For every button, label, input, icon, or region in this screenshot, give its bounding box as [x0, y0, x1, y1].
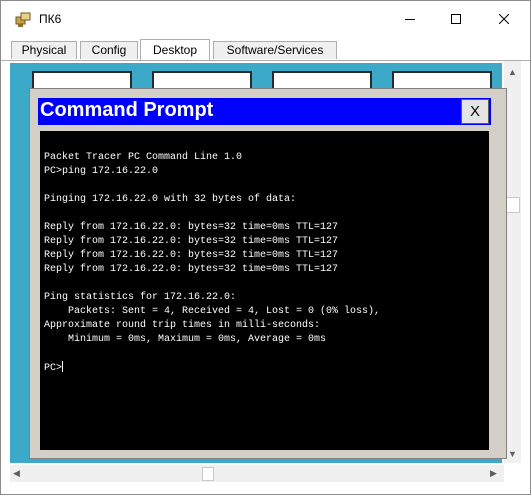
- command-prompt-title: Command Prompt: [40, 99, 214, 121]
- minimize-icon: [405, 11, 415, 29]
- scroll-right-icon[interactable]: ▶: [490, 468, 497, 479]
- terminal-prompt-line[interactable]: PC>: [44, 361, 380, 375]
- maximize-icon: [451, 11, 461, 29]
- tab-physical[interactable]: Physical: [11, 41, 77, 59]
- terminal-line: Approximate round trip times in milli-se…: [44, 320, 321, 331]
- terminal-output[interactable]: Packet Tracer PC Command Line 1.0 PC>pin…: [40, 131, 489, 450]
- command-prompt-header: Command Prompt: [38, 98, 491, 125]
- pc-window: ПК6 Physical Config Desktop Software/Ser…: [0, 0, 531, 495]
- scroll-down-icon[interactable]: ▼: [508, 449, 517, 459]
- tab-desktop[interactable]: Desktop: [140, 39, 210, 61]
- scroll-left-icon[interactable]: ◀: [13, 468, 20, 479]
- vertical-scroll-thumb[interactable]: [506, 197, 520, 213]
- terminal-line: Packets: Sent = 4, Received = 4, Lost = …: [44, 306, 381, 317]
- terminal-line: Reply from 172.16.22.0: bytes=32 time=0m…: [44, 264, 339, 275]
- close-button[interactable]: [481, 1, 527, 39]
- terminal-lines: Packet Tracer PC Command Line 1.0 PC>pin…: [44, 151, 380, 375]
- terminal-line: Reply from 172.16.22.0: bytes=32 time=0m…: [44, 236, 339, 247]
- terminal-line: Packet Tracer PC Command Line 1.0: [44, 152, 243, 163]
- terminal-line: Minimum = 0ms, Maximum = 0ms, Average = …: [44, 334, 327, 345]
- horizontal-scrollbar[interactable]: [10, 465, 504, 482]
- scroll-up-icon[interactable]: ▲: [508, 67, 517, 77]
- terminal-line: Reply from 172.16.22.0: bytes=32 time=0m…: [44, 222, 339, 233]
- title-bar[interactable]: ПК6: [1, 1, 530, 39]
- terminal-prompt: PC>: [44, 363, 63, 374]
- maximize-button[interactable]: [433, 1, 479, 39]
- terminal-line: PC>ping 172.16.22.0: [44, 166, 159, 177]
- text-cursor: [62, 361, 64, 372]
- window-title: ПК6: [39, 12, 62, 26]
- tab-divider: [1, 60, 530, 61]
- terminal-line: Reply from 172.16.22.0: bytes=32 time=0m…: [44, 250, 339, 261]
- tab-software-services[interactable]: Software/Services: [213, 41, 337, 59]
- horizontal-scroll-thumb[interactable]: [202, 467, 214, 481]
- packet-tracer-pc-icon: [15, 12, 33, 28]
- tab-config[interactable]: Config: [80, 41, 138, 59]
- command-prompt-close-button[interactable]: X: [461, 99, 489, 124]
- close-icon: [498, 11, 510, 29]
- terminal-line: Pinging 172.16.22.0 with 32 bytes of dat…: [44, 194, 297, 205]
- terminal-line: Ping statistics for 172.16.22.0:: [44, 292, 237, 303]
- tab-bar: Physical Config Desktop Software/Service…: [1, 39, 530, 61]
- minimize-button[interactable]: [387, 1, 433, 39]
